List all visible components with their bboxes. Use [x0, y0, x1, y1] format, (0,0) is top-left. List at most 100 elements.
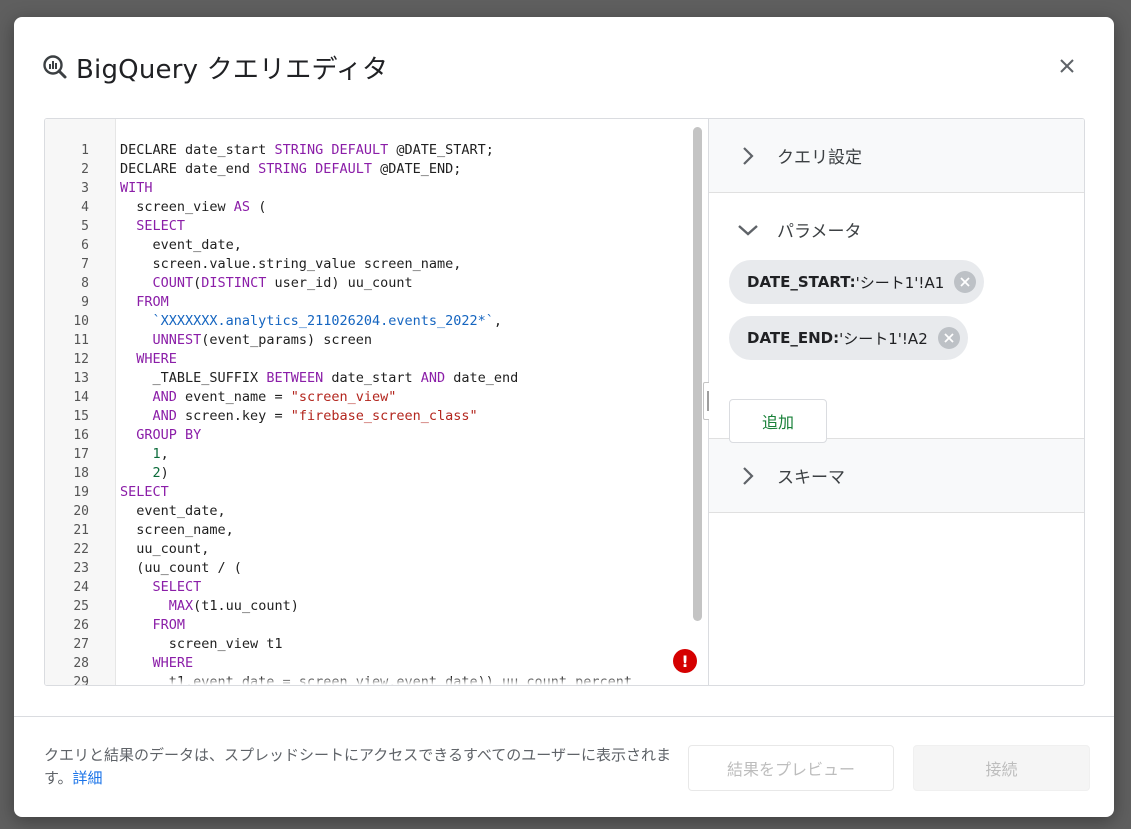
line-number: 18	[73, 466, 89, 481]
chevron-right-icon	[735, 143, 761, 169]
code-token: @DATE_START;	[388, 142, 494, 158]
line-number: 26	[73, 618, 89, 633]
code-token: DECLARE date_end	[120, 161, 259, 177]
footer-notice: クエリと結果のデータは、スプレッドシートにアクセスできるすべてのユーザーに表示さ…	[44, 744, 684, 790]
line-number: 27	[73, 637, 89, 652]
line-number: 17	[73, 447, 89, 462]
line-number: 29	[73, 675, 89, 685]
code-line: screen_name,	[120, 521, 632, 540]
section-query-settings[interactable]: クエリ設定	[709, 119, 1084, 193]
code-line: SELECT	[120, 483, 632, 502]
code-line: DECLARE date_end STRING DEFAULT @DATE_EN…	[120, 160, 632, 179]
code-token: screen.key =	[176, 408, 291, 424]
editor-scrollbar[interactable]	[693, 127, 702, 621]
code-line: screen_view AS (	[120, 198, 632, 217]
code-line: SELECT	[120, 217, 632, 236]
code-token: UNNEST	[152, 332, 202, 348]
line-number: 9	[81, 295, 89, 310]
line-number: 23	[73, 561, 89, 576]
chip-param-value: 'シート1'!A2	[839, 329, 928, 348]
code-token: "screen_view"	[290, 389, 397, 405]
code-token: ,	[160, 446, 169, 462]
code-token: DEFAULT	[315, 161, 372, 177]
section-label-schema: スキーマ	[777, 468, 845, 488]
code-token: event_date,	[120, 503, 226, 519]
line-number: 11	[73, 333, 89, 348]
chip-param-name: DATE_START:	[747, 273, 856, 291]
code-token: `XXXXXXX.analytics_211026204.events_2022…	[152, 313, 494, 329]
code-token: FROM	[152, 617, 186, 633]
close-button[interactable]	[1054, 53, 1080, 79]
sql-code-editor[interactable]: 1 2 3 4 5 6 7 8 9 10 11 12 13 14 15 16 17 18 19 20 21 22 23 24 2…	[45, 119, 709, 685]
section-parameters[interactable]: パラメータ	[709, 193, 1084, 266]
code-line: (uu_count / (	[120, 559, 632, 578]
code-line: FROM	[120, 616, 632, 635]
parameter-chip-date-end[interactable]: DATE_END: 'シート1'!A2	[729, 316, 968, 360]
line-number: 28	[73, 656, 89, 671]
parameter-chip-date-start[interactable]: DATE_START: 'シート1'!A1	[729, 260, 985, 304]
connect-button[interactable]: 接続	[913, 745, 1090, 791]
code-token: WHERE	[136, 351, 177, 367]
code-token: event_name =	[176, 389, 291, 405]
line-number: 16	[73, 428, 89, 443]
line-number: 22	[73, 542, 89, 557]
code-line: SELECT	[120, 578, 632, 597]
chip-param-name: DATE_END:	[747, 329, 840, 347]
code-line: WHERE	[120, 350, 632, 369]
remove-chip-icon[interactable]	[954, 271, 977, 293]
line-number: 8	[81, 276, 89, 291]
line-number: 19	[73, 485, 89, 500]
add-parameter-button[interactable]: 追加	[729, 399, 827, 443]
close-icon	[1060, 59, 1074, 73]
details-link[interactable]: 詳細	[73, 769, 103, 787]
error-icon[interactable]: !	[673, 649, 697, 673]
remove-chip-icon[interactable]	[937, 327, 960, 349]
query-editor-panel: 1 2 3 4 5 6 7 8 9 10 11 12 13 14 15 16 17 18 19 20 21 22 23 24 2…	[44, 118, 1085, 686]
line-number: 5	[81, 219, 89, 234]
preview-results-button[interactable]: 結果をプレビュー	[688, 745, 894, 791]
code-line: COUNT(DISTINCT user_id) uu_count	[120, 274, 632, 293]
parameters-body: DATE_START: 'シート1'!A1 DATE_END: 'シート1'!A…	[709, 260, 1084, 443]
code-line: 2)	[120, 464, 632, 483]
code-token: WITH	[120, 180, 153, 196]
code-token: screen_view	[120, 199, 234, 215]
line-number: 10	[73, 314, 89, 329]
line-number: 7	[81, 257, 89, 272]
code-token: _TABLE_SUFFIX	[120, 370, 267, 386]
line-number: 4	[81, 200, 89, 215]
code-line: WHERE	[120, 654, 632, 673]
footer-divider	[14, 716, 1114, 717]
line-number: 12	[73, 352, 89, 367]
code-token: @DATE_END;	[372, 161, 462, 177]
line-number: 14	[73, 390, 89, 405]
code-token: screen_view t1	[120, 636, 283, 652]
section-schema[interactable]: スキーマ	[709, 439, 1084, 513]
code-token: COUNT	[152, 275, 194, 291]
code-line: screen_view t1	[120, 635, 632, 654]
code-token: SELECT	[120, 484, 169, 500]
code-line: MAX(t1.uu_count)	[120, 597, 632, 616]
line-number-gutter: 1 2 3 4 5 6 7 8 9 10 11 12 13 14 15 16 17 18 19 20 21 22 23 24 2…	[45, 119, 116, 685]
line-number: 24	[73, 580, 89, 595]
line-number: 25	[73, 599, 89, 614]
dialog-title: BigQuery クエリエディタ	[76, 54, 389, 85]
code-token: DISTINCT	[201, 275, 267, 291]
code-token: (	[250, 199, 267, 215]
code-token: (uu_count / (	[120, 560, 242, 576]
code-token: AND	[152, 389, 177, 405]
code-line: uu_count,	[120, 540, 632, 559]
line-number: 21	[73, 523, 89, 538]
chip-param-value: 'シート1'!A1	[855, 273, 945, 292]
code-line: AND screen.key = "firebase_screen_class"	[120, 407, 632, 426]
